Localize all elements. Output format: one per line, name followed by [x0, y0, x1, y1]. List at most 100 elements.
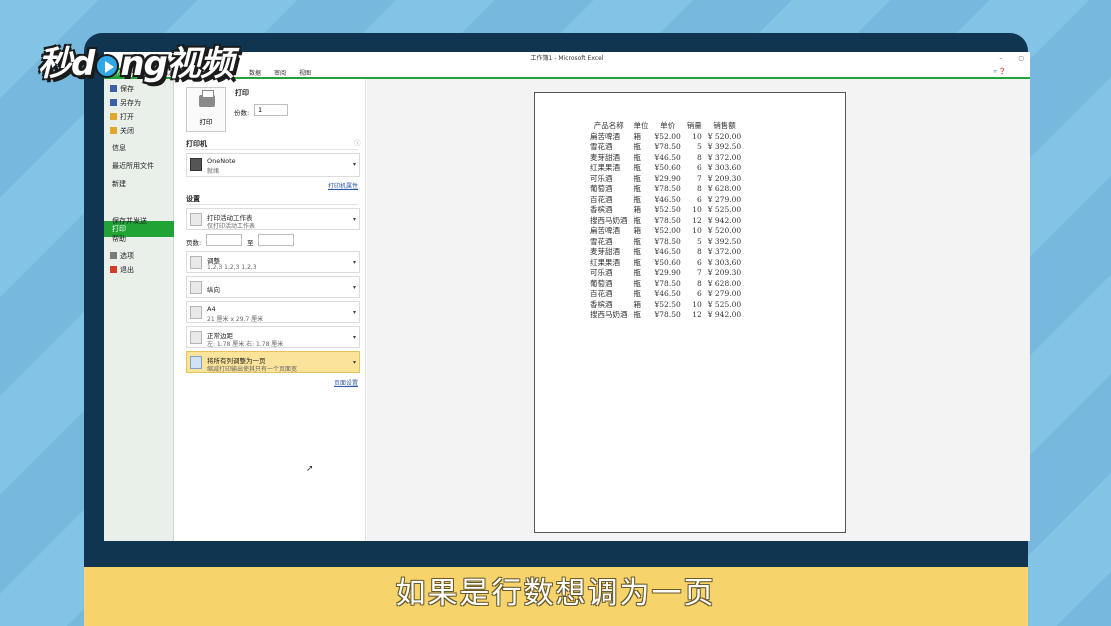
info-icon[interactable]: ⓘ — [354, 137, 361, 147]
nav-options[interactable]: 选项 — [110, 251, 134, 261]
table-cell: 6 — [696, 194, 702, 204]
help-icon[interactable]: ▿ ❓ — [994, 68, 1006, 75]
table-cell: 瓶 — [633, 184, 642, 193]
table-cell: 瓶 — [633, 152, 642, 162]
table-cell: ¥46.50 — [654, 247, 681, 256]
table-cell: ¥78.50 — [654, 310, 681, 319]
table-cell: 10 — [692, 299, 702, 309]
collate-icon — [190, 256, 202, 269]
pages-label: 页数: — [186, 239, 202, 247]
table-cell: ¥29.90 — [654, 268, 681, 277]
table-row: 扁苦啤酒 箱 ¥52.00 10 ¥ 520.00 — [587, 226, 744, 237]
portrait-icon — [190, 281, 202, 294]
table-row: 香槟酒 箱 ¥52.50 10 ¥ 525.00 — [587, 300, 744, 311]
paper-size-select[interactable]: A4 21 厘米 x 29.7 厘米 ▾ — [186, 301, 360, 323]
chevron-down-icon: ▾ — [352, 359, 356, 366]
table-header-row: 产品名称 单位 单价 销量 销售额 — [587, 121, 744, 132]
table-cell: 香槟酒 — [590, 299, 613, 309]
restore-button[interactable]: ▢ — [1018, 55, 1024, 62]
table-cell: 扁苦啤酒 — [590, 226, 620, 235]
sheet-icon — [190, 213, 202, 226]
table-cell: ¥46.50 — [654, 194, 681, 204]
open-folder-icon — [110, 113, 117, 120]
print-range-select[interactable]: 打印活动工作表 仅打印活动工作表 ▾ — [186, 208, 360, 230]
table-cell: 雪花酒 — [590, 142, 613, 151]
table-cell: 10 — [692, 226, 702, 235]
to-label: 至 — [247, 239, 254, 247]
table-row: 扁苦啤酒 箱 ¥52.00 10 ¥ 520.00 — [587, 132, 744, 143]
minimize-button[interactable]: – — [999, 55, 1002, 62]
chevron-down-icon: ▾ — [352, 216, 356, 223]
table-cell: ¥ 525.00 — [707, 299, 742, 309]
header-qty: 销量 — [686, 121, 702, 130]
nav-save-send[interactable]: 保存并发送 — [112, 216, 147, 226]
nav-info[interactable]: 信息 — [112, 143, 126, 153]
fit-columns-icon — [190, 356, 202, 369]
table-cell: 红果果酒 — [590, 163, 620, 172]
table-cell: 5 — [696, 236, 702, 246]
window-controls: – ▢ — [985, 55, 1024, 62]
tab-review[interactable]: 审阅 — [274, 68, 286, 77]
table-row: 葡萄酒 瓶 ¥78.50 8 ¥ 628.00 — [587, 279, 744, 290]
page-setup-link[interactable]: 页面设置 — [334, 378, 358, 387]
play-icon — [95, 53, 120, 78]
chevron-down-icon: ▾ — [352, 334, 356, 341]
orientation-select[interactable]: 纵向 ▾ — [186, 276, 360, 298]
table-cell: ¥50.60 — [654, 163, 681, 172]
nav-help[interactable]: 帮助 — [112, 234, 126, 244]
table-cell: 香槟酒 — [590, 205, 613, 214]
nav-recent[interactable]: 最近所用文件 — [112, 161, 154, 171]
table-cell: ¥ 942.00 — [707, 215, 742, 225]
table-cell: 百花酒 — [590, 289, 613, 298]
collate-select[interactable]: 调整 1,2,3 1,2,3 1,2,3 ▾ — [186, 251, 360, 273]
nav-new[interactable]: 新建 — [112, 179, 126, 189]
print-button[interactable]: 打印 — [186, 87, 226, 132]
print-settings-panel: 打印 打印 份数: 1 打印机 ⓘ OneNote 就绪 ▾ 打印机属性 设置 … — [174, 79, 366, 541]
tab-data[interactable]: 数据 — [249, 68, 261, 77]
table-cell: ¥ 628.00 — [707, 278, 742, 288]
table-cell: 箱 — [633, 205, 642, 214]
printer-select[interactable]: OneNote 就绪 ▾ — [186, 153, 360, 177]
pages-to-input[interactable] — [258, 234, 294, 246]
table-cell: 麦芽甜酒 — [590, 152, 620, 162]
printer-properties-link[interactable]: 打印机属性 — [328, 181, 358, 190]
table-cell: ¥29.90 — [654, 173, 681, 183]
table-cell: 瓶 — [633, 278, 642, 288]
table-cell: 8 — [696, 152, 702, 162]
table-cell: 麦芽甜酒 — [590, 247, 620, 256]
nav-save-as[interactable]: 另存为 — [110, 98, 141, 108]
header-price: 单价 — [660, 121, 676, 130]
table-cell: ¥ 942.00 — [707, 310, 742, 319]
brand-logo: 秒d ng视频 — [38, 44, 234, 84]
table-row: 搜西马奶酒瓶 ¥78.50 12 ¥ 942.00 — [587, 310, 744, 321]
table-cell: 瓶 — [633, 247, 642, 256]
table-cell: ¥ 372.00 — [707, 247, 742, 256]
table-row: 可乐酒 瓶 ¥29.90 7 ¥ 209.30 — [587, 174, 744, 185]
table-cell: ¥ 392.50 — [707, 236, 742, 246]
table-row: 百花酒 瓶 ¥46.50 6 ¥ 279.00 — [587, 289, 744, 300]
tab-view[interactable]: 视图 — [299, 68, 311, 77]
chevron-down-icon: ▾ — [352, 284, 356, 291]
scaling-select[interactable]: 将所有列调整为一页 缩减打印输出使其只有一个页面宽 ▾ — [186, 351, 360, 373]
margins-select[interactable]: 正常边距 左: 1.78 厘米 右: 1.78 厘米 ▾ — [186, 326, 360, 348]
table-cell: 百花酒 — [590, 194, 613, 204]
subtitle-caption: 如果是行数想调为一页 — [395, 576, 716, 611]
table-cell: 箱 — [633, 299, 642, 309]
table-cell: ¥52.00 — [654, 131, 681, 141]
pages-from-input[interactable] — [206, 234, 242, 246]
nav-close[interactable]: 关闭 — [110, 126, 134, 136]
table-cell: ¥52.50 — [654, 299, 681, 309]
table-cell: ¥ 279.00 — [707, 289, 742, 298]
nav-exit[interactable]: 退出 — [110, 265, 134, 275]
nav-save[interactable]: 保存 — [110, 84, 134, 94]
nav-open[interactable]: 打开 — [110, 112, 134, 122]
margins-icon — [190, 331, 202, 344]
table-cell: ¥ 392.50 — [707, 142, 742, 151]
save-as-icon — [110, 99, 117, 106]
table-cell: 葡萄酒 — [590, 278, 613, 288]
copies-input[interactable]: 1 — [254, 104, 288, 116]
divider — [186, 149, 358, 150]
table-row: 百花酒 瓶 ¥46.50 6 ¥ 279.00 — [587, 195, 744, 206]
mouse-cursor-icon: ➚ — [306, 464, 314, 474]
table-cell: 可乐酒 — [590, 173, 613, 183]
